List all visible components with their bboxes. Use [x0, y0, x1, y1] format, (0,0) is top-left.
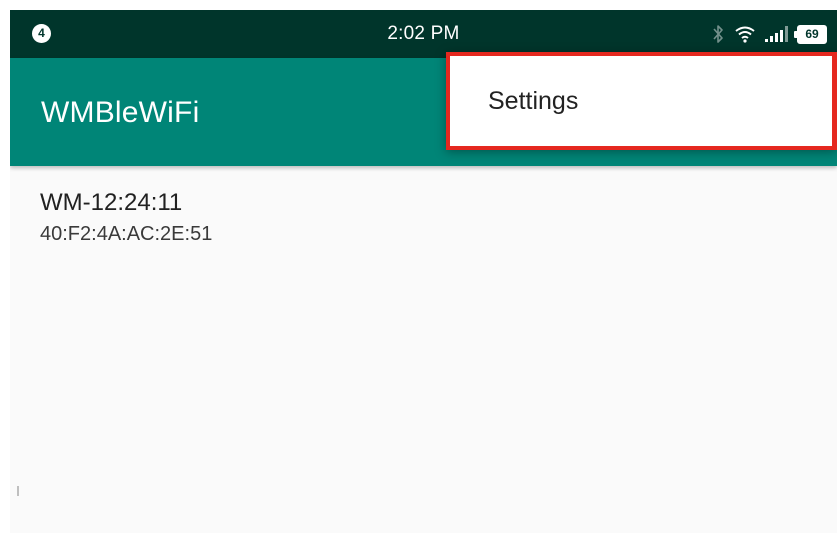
status-icons: 69 — [711, 23, 827, 45]
signal-icon — [765, 26, 788, 42]
battery-icon: 69 — [794, 24, 827, 44]
list-item[interactable]: WM-12:24:11 40:F2:4A:AC:2E:51 — [10, 166, 837, 266]
device-name: WM-12:24:11 — [40, 189, 183, 216]
bluetooth-icon — [713, 25, 723, 43]
wifi-icon — [735, 26, 755, 43]
menu-item-settings[interactable]: Settings — [446, 52, 837, 150]
device-address: 40:F2:4A:AC:2E:51 — [40, 223, 213, 245]
status-bar: 4 2:02 PM 69 — [10, 10, 837, 58]
overflow-menu: Settings — [446, 52, 837, 150]
device-list: WM-12:24:11 40:F2:4A:AC:2E:51 — [10, 166, 837, 266]
app-title: WMBleWiFi — [41, 96, 200, 129]
edge-mark — [17, 486, 19, 496]
